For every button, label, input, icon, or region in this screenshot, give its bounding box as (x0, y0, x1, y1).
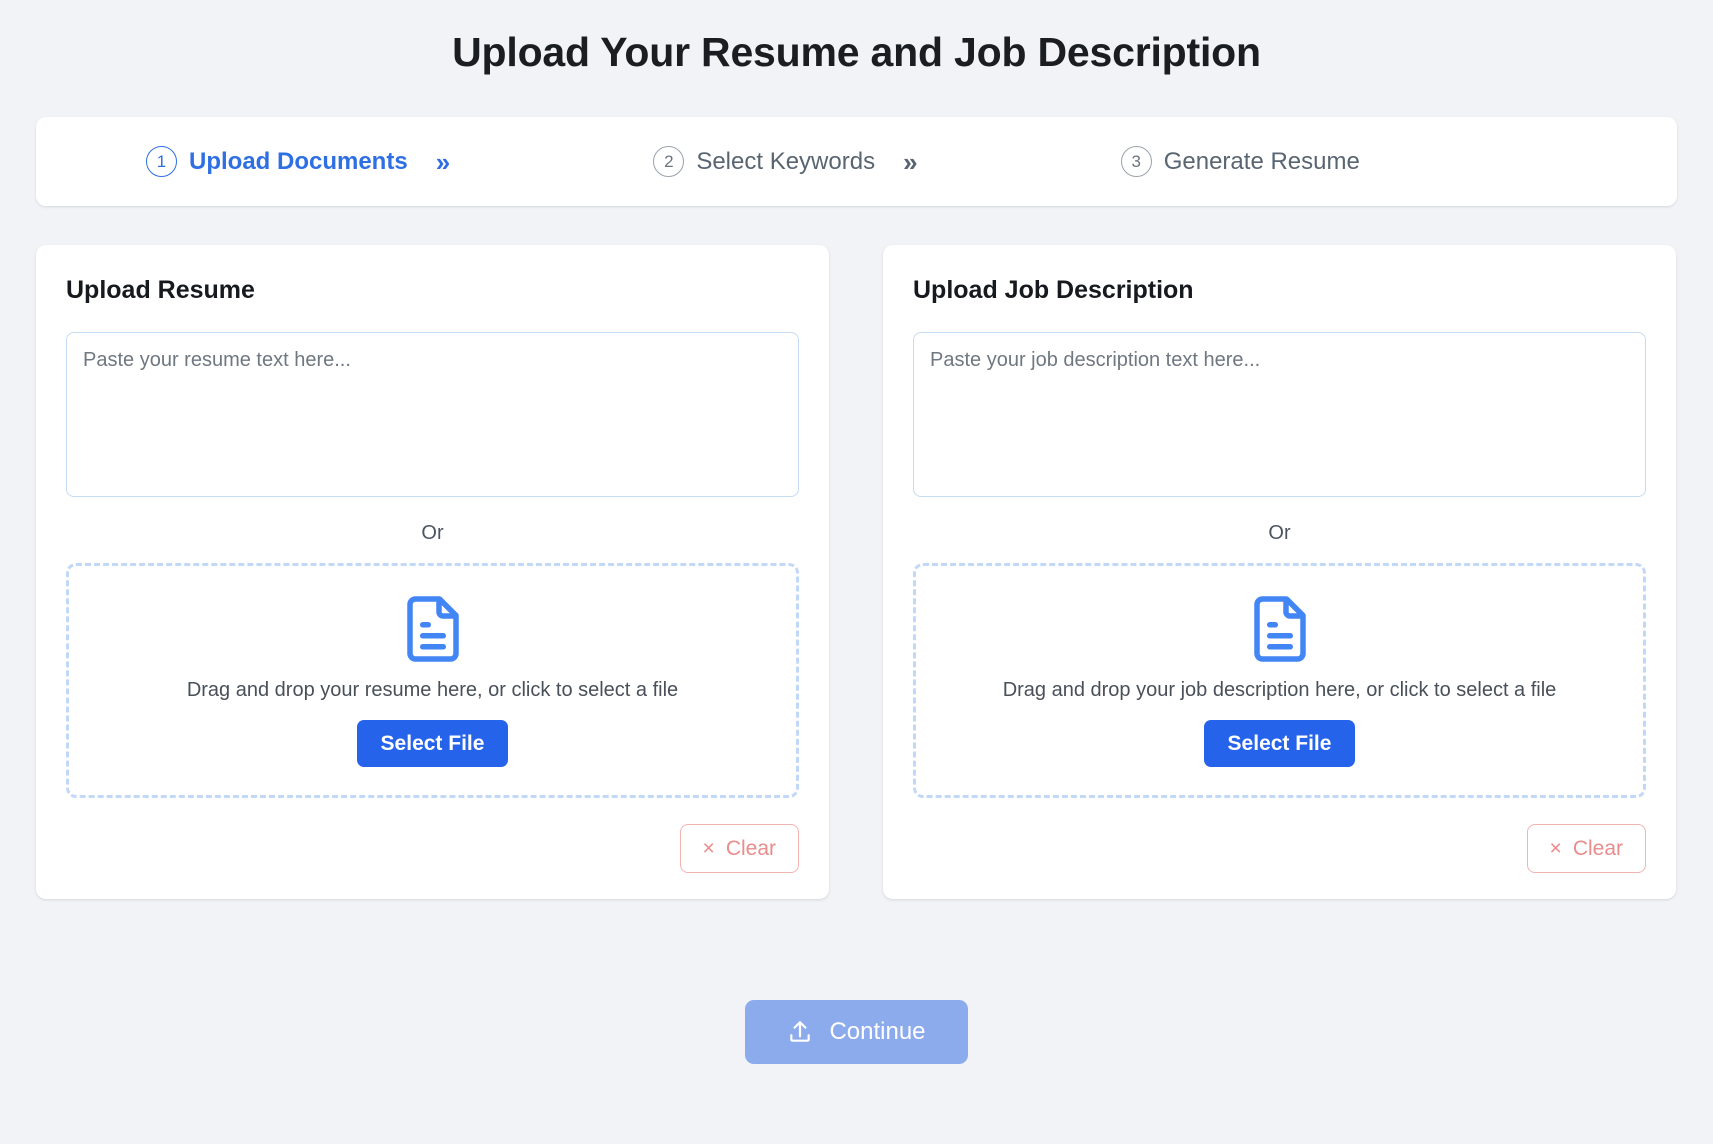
step-3-label: Generate Resume (1163, 147, 1360, 175)
resume-dropzone-text: Drag and drop your resume here, or click… (186, 678, 679, 701)
step-1-label: Upload Documents (189, 147, 408, 175)
document-icon (1253, 595, 1306, 662)
step-1-number: 1 (146, 146, 177, 177)
stepper-bar: 1 Upload Documents » 2 Select Keywords »… (36, 117, 1677, 206)
close-icon: × (1549, 836, 1562, 860)
step-2-number: 2 (653, 146, 685, 177)
upload-icon (790, 1021, 811, 1042)
resume-textarea[interactable] (66, 331, 799, 497)
upload-resume-title: Upload Resume (66, 276, 255, 304)
job-select-file-button[interactable]: Select File (1203, 719, 1356, 767)
upload-job-description-title: Upload Job Description (913, 276, 1194, 304)
job-clear-label: Clear (1572, 836, 1623, 860)
continue-bar: Continue (0, 1000, 1713, 1064)
step-generate-resume[interactable]: 3 Generate Resume (1120, 146, 1360, 177)
job-or-label: Or (1268, 521, 1291, 544)
step-3-number: 3 (1120, 146, 1152, 177)
job-description-dropzone[interactable]: Drag and drop your job description here,… (913, 562, 1646, 798)
stepper-steps: 1 Upload Documents » 2 Select Keywords »… (36, 146, 1677, 177)
upload-page: Upload Your Resume and Job Description 1… (0, 0, 1713, 1144)
step-upload-documents[interactable]: 1 Upload Documents » (146, 146, 451, 177)
resume-or-label: Or (421, 521, 444, 544)
job-clear-button[interactable]: × Clear (1526, 823, 1646, 873)
chevron-right-icon: » (903, 146, 918, 177)
job-description-textarea[interactable] (913, 331, 1646, 497)
continue-button[interactable]: Continue (745, 1000, 968, 1064)
upload-resume-card: Upload Resume Or Drag and drop your resu… (36, 245, 829, 899)
upload-cards-row: Upload Resume Or Drag and drop your resu… (36, 245, 1677, 899)
resume-dropzone[interactable]: Drag and drop your resume here, or click… (66, 562, 799, 798)
step-select-keywords[interactable]: 2 Select Keywords » (653, 146, 918, 177)
resume-card-footer: × Clear (66, 823, 799, 873)
resume-clear-button[interactable]: × Clear (679, 823, 799, 873)
close-icon: × (702, 836, 715, 860)
resume-clear-label: Clear (725, 836, 776, 860)
resume-select-file-button[interactable]: Select File (356, 719, 509, 767)
chevron-right-icon: » (435, 146, 451, 177)
page-title: Upload Your Resume and Job Description (452, 29, 1261, 75)
document-icon (406, 595, 459, 662)
job-dropzone-text: Drag and drop your job description here,… (1002, 678, 1557, 701)
step-2-label: Select Keywords (696, 147, 876, 175)
upload-job-description-card: Upload Job Description Or Drag and drop … (883, 245, 1676, 899)
continue-label: Continue (829, 1018, 926, 1045)
job-card-footer: × Clear (913, 823, 1646, 873)
